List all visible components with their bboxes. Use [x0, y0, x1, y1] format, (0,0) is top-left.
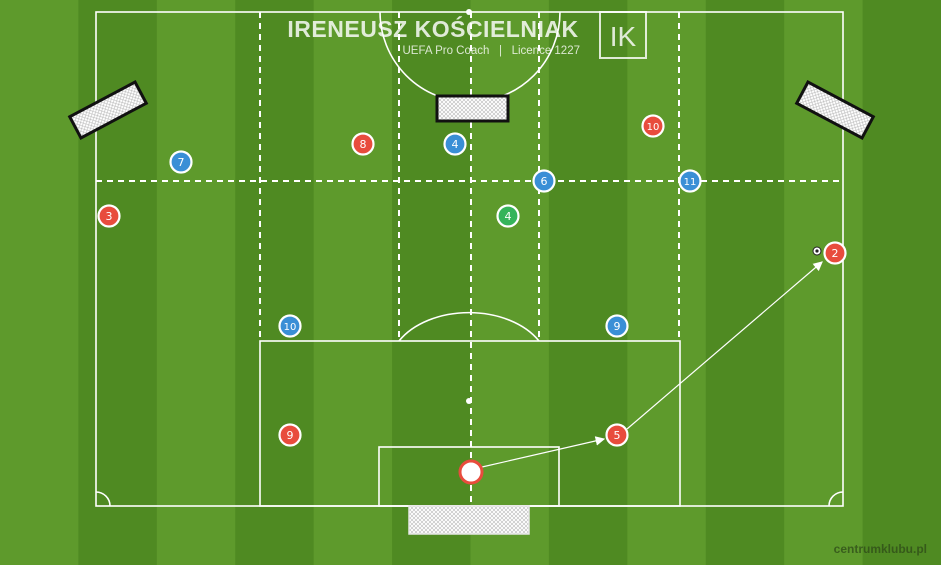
player-marker-red-3[interactable]: 3	[97, 204, 121, 228]
soccer-ball-icon	[812, 246, 822, 256]
grass-stripe	[235, 0, 315, 565]
grass-stripe	[156, 0, 237, 565]
player-number: 9	[614, 320, 621, 333]
player-marker-red-2[interactable]: 2	[823, 241, 847, 265]
player-number: 2	[832, 247, 839, 260]
player-number: 3	[106, 210, 113, 223]
grass-stripe	[392, 0, 472, 565]
player-number: 11	[684, 177, 697, 188]
player-marker-blue-9[interactable]: 9	[605, 314, 629, 338]
player-number: 5	[614, 429, 621, 442]
goal-net-icon	[408, 505, 530, 535]
coach-name: IRENEUSZ KOŚCIELNIAK	[287, 15, 578, 42]
player-marker-red-10[interactable]: 10	[641, 114, 665, 138]
grass-stripe	[627, 0, 707, 565]
grass-stripe	[705, 0, 786, 565]
grass-stripe	[784, 0, 864, 565]
grass-stripe	[862, 0, 941, 565]
tactics-board: IRENEUSZ KOŚCIELNIAK UEFA Pro Coach | Li…	[0, 0, 941, 565]
player-number: 8	[360, 138, 367, 151]
grass-stripe	[313, 0, 394, 565]
grass-stripe	[548, 0, 629, 565]
player-marker-red-8[interactable]: 8	[351, 132, 375, 156]
coach-subtitle: UEFA Pro Coach | Licence 1227	[402, 45, 580, 57]
player-number: 7	[178, 156, 185, 169]
player-marker-blue-7[interactable]: 7	[169, 150, 193, 174]
goalkeeper-marker[interactable]	[458, 459, 484, 485]
player-marker-blue-6[interactable]: 6	[532, 169, 556, 193]
player-number: 9	[287, 429, 294, 442]
player-number: 4	[505, 210, 512, 223]
player-marker-blue-10[interactable]: 10	[278, 314, 302, 338]
player-number: 6	[541, 175, 548, 188]
logo-letters: IK	[610, 21, 637, 52]
grass-stripe	[78, 0, 158, 565]
grass-stripe	[470, 0, 550, 565]
player-marker-blue-4[interactable]: 4	[443, 132, 467, 156]
player-marker-red-9[interactable]: 9	[278, 423, 302, 447]
player-marker-green-4[interactable]: 4	[496, 204, 520, 228]
player-number: 10	[284, 322, 297, 333]
player-marker-blue-11[interactable]: 11	[678, 169, 702, 193]
grass-stripe	[0, 0, 80, 565]
player-marker-red-5[interactable]: 5	[605, 423, 629, 447]
goal-net-icon	[435, 94, 510, 123]
player-number: 10	[647, 122, 660, 133]
watermark: centrumklubu.pl	[834, 542, 927, 556]
player-number: 4	[452, 138, 459, 151]
